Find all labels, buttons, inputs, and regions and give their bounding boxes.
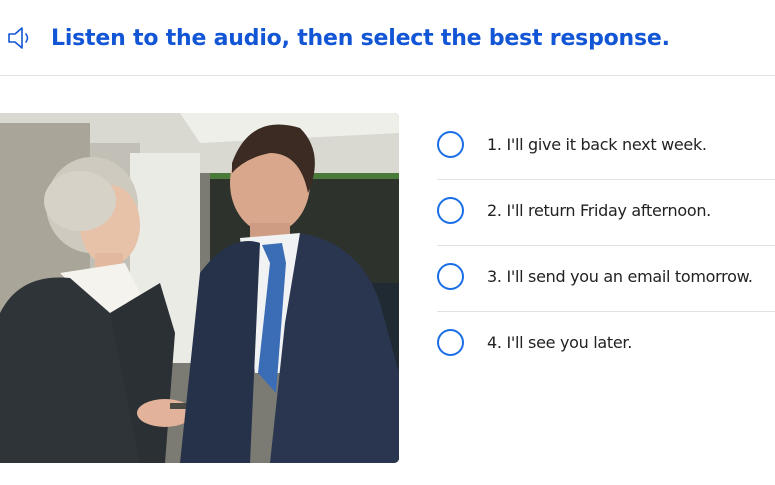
answer-option-1[interactable]: 1. I'll give it back next week.	[437, 114, 775, 180]
answer-option-label: 2. I'll return Friday afternoon.	[487, 201, 711, 220]
radio-button[interactable]	[437, 131, 464, 158]
header: Listen to the audio, then select the bes…	[0, 0, 775, 76]
conversation-photo	[0, 113, 399, 463]
answer-option-4[interactable]: 4. I'll see you later.	[437, 312, 775, 378]
speaker-icon[interactable]	[6, 24, 34, 52]
radio-button[interactable]	[437, 329, 464, 356]
answer-option-label: 4. I'll see you later.	[487, 333, 633, 352]
instruction-title: Listen to the audio, then select the bes…	[51, 26, 670, 51]
answer-option-label: 3. I'll send you an email tomorrow.	[487, 267, 753, 286]
answer-options: 1. I'll give it back next week. 2. I'll …	[437, 114, 775, 378]
answer-option-label: 1. I'll give it back next week.	[487, 135, 707, 154]
answer-option-2[interactable]: 2. I'll return Friday afternoon.	[437, 180, 775, 246]
answer-option-3[interactable]: 3. I'll send you an email tomorrow.	[437, 246, 775, 312]
radio-button[interactable]	[437, 263, 464, 290]
exercise-page: Listen to the audio, then select the bes…	[0, 0, 775, 485]
radio-button[interactable]	[437, 197, 464, 224]
